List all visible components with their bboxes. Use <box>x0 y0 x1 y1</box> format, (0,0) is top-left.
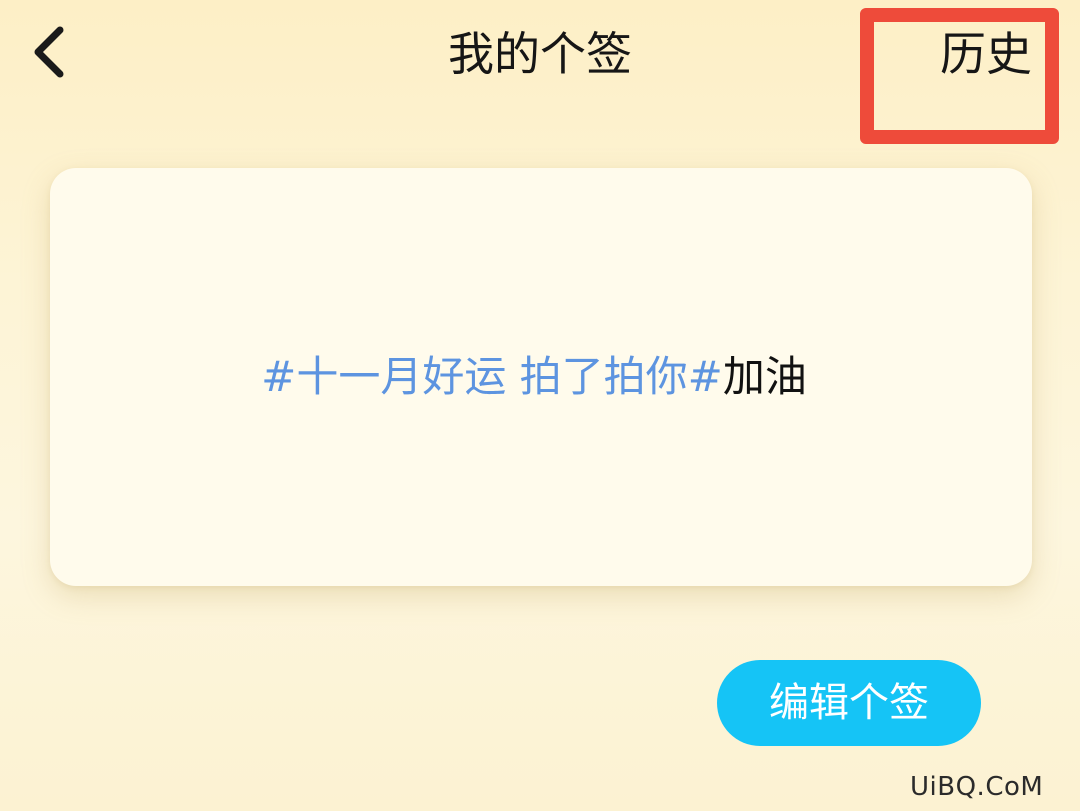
watermark: UiBQ.CoM <box>910 772 1044 802</box>
history-highlight-box <box>860 8 1059 144</box>
signature-card[interactable]: #十一月好运 拍了拍你#加油 <box>50 168 1032 586</box>
signature-text: #十一月好运 拍了拍你#加油 <box>261 349 807 405</box>
signature-body: 加油 <box>722 352 807 401</box>
signature-topic-link[interactable]: #十一月好运 拍了拍你# <box>261 352 723 401</box>
top-bar: 我的个签 历史 <box>0 0 1080 144</box>
edit-signature-button[interactable]: 编辑个签 <box>717 660 981 746</box>
